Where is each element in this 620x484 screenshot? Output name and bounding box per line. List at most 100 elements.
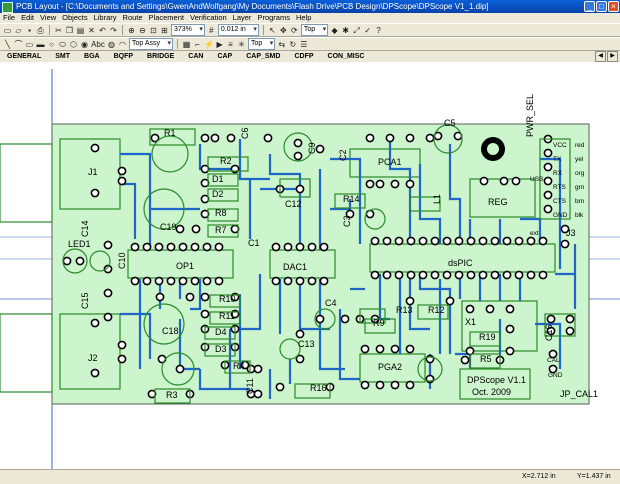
text-tool-icon[interactable]: Abc xyxy=(91,40,105,49)
pan-icon[interactable]: ✥ xyxy=(279,26,288,35)
zoom-window-icon[interactable]: ⊡ xyxy=(149,26,158,35)
menu-layer[interactable]: Layer xyxy=(233,13,252,23)
ratsnest-icon[interactable]: ✳ xyxy=(237,40,246,49)
polyline-tool-icon[interactable]: ⌒ xyxy=(14,40,23,49)
ellipse-tool-icon[interactable]: ⬭ xyxy=(58,40,67,49)
pad xyxy=(293,151,303,161)
rectangle-tool-icon[interactable]: ▭ xyxy=(25,40,34,49)
open-folder-icon[interactable]: ▱ xyxy=(14,26,23,35)
rotate-icon[interactable]: ⟳ xyxy=(290,26,299,35)
silk-label-d4: D4 xyxy=(215,327,227,337)
grid-select[interactable]: 0.012 in xyxy=(217,24,259,36)
menu-objects[interactable]: Objects xyxy=(62,13,87,23)
silk-label-c16: C16 xyxy=(544,324,554,341)
silk-label-r9: R9 xyxy=(373,318,385,328)
silk-label-d2: D2 xyxy=(212,189,224,199)
cursor-y-readout: Y=1.437 in xyxy=(577,473,611,480)
paste-icon[interactable]: ▤ xyxy=(76,26,85,35)
pcb-canvas[interactable]: R1 C6 C9 C5 PWR_SEL C2 PCA1 VCC red TX yel RX org RTS… xyxy=(0,69,620,469)
menu-help[interactable]: Help xyxy=(296,13,311,23)
run-icon[interactable]: ▶ xyxy=(215,40,224,49)
silk-label-ext: ext xyxy=(530,230,539,237)
via-tool-icon[interactable]: ◍ xyxy=(107,40,116,49)
drc-icon[interactable]: ✓ xyxy=(363,26,372,35)
menu-library[interactable]: Library xyxy=(94,13,117,23)
tab-scroll-left-icon[interactable]: ◀ xyxy=(595,51,606,62)
menu-view[interactable]: View xyxy=(40,13,56,23)
snap-icon[interactable]: ✱ xyxy=(341,26,350,35)
menu-file[interactable]: File xyxy=(3,13,15,23)
menu-programs[interactable]: Programs xyxy=(257,13,290,23)
delete-icon[interactable]: ✕ xyxy=(87,26,96,35)
pad xyxy=(210,133,220,143)
pad xyxy=(430,236,440,246)
tab-smt[interactable]: SMT xyxy=(48,51,77,62)
pad xyxy=(490,236,500,246)
tab-scroll-right-icon[interactable]: ▶ xyxy=(607,51,618,62)
line-tool-icon[interactable]: ╲ xyxy=(3,40,12,49)
menu-verification[interactable]: Verification xyxy=(190,13,227,23)
pad xyxy=(295,329,305,339)
route-tool-icon[interactable]: ⌐ xyxy=(193,40,202,49)
cut-icon[interactable]: ✂ xyxy=(54,26,63,35)
pad xyxy=(319,242,329,252)
netlist-icon[interactable]: ≡ xyxy=(226,40,235,49)
properties-icon[interactable]: ☰ xyxy=(299,40,308,49)
print-icon[interactable]: ⎙ xyxy=(36,26,45,35)
copy-icon[interactable]: ❐ xyxy=(65,26,74,35)
maximize-button[interactable]: □ xyxy=(596,1,607,12)
new-file-icon[interactable]: ▭ xyxy=(3,26,12,35)
tab-bridge[interactable]: BRIDGE xyxy=(140,51,181,62)
pad xyxy=(543,176,553,186)
flip-icon[interactable]: ⇆ xyxy=(277,40,286,49)
highlight-icon[interactable]: ◆ xyxy=(330,26,339,35)
layer-pair-select[interactable]: Top Assy xyxy=(129,38,174,50)
zoom-fit-icon[interactable]: ⊞ xyxy=(160,26,169,35)
redo-icon[interactable]: ↷ xyxy=(109,26,118,35)
minimize-button[interactable]: _ xyxy=(584,1,595,12)
autoroute-icon[interactable]: ⚡ xyxy=(204,40,214,49)
polygon-tool-icon[interactable]: ⬡ xyxy=(69,40,78,49)
measure-icon[interactable]: ⤢ xyxy=(352,26,361,35)
tab-cap[interactable]: CAP xyxy=(210,51,239,62)
refresh-icon[interactable]: ↻ xyxy=(288,40,297,49)
grid-icon[interactable]: # xyxy=(207,26,216,35)
tab-bga[interactable]: BGA xyxy=(77,51,107,62)
pad xyxy=(546,314,556,324)
pad xyxy=(565,326,575,336)
save-icon[interactable]: ▪ xyxy=(25,26,34,35)
menu-edit[interactable]: Edit xyxy=(21,13,34,23)
undo-icon[interactable]: ↶ xyxy=(98,26,107,35)
component-tool-icon[interactable]: ▦ xyxy=(182,40,191,49)
zoom-out-icon[interactable]: ⊖ xyxy=(138,26,147,35)
route-layer-select[interactable]: Top xyxy=(248,38,276,50)
pad xyxy=(360,380,370,390)
arc-tool-icon[interactable]: ◠ xyxy=(118,40,127,49)
silk-label-r12: R12 xyxy=(428,305,445,315)
menu-route[interactable]: Route xyxy=(123,13,143,23)
help-icon[interactable]: ? xyxy=(374,26,383,35)
tab-can[interactable]: CAN xyxy=(181,51,210,62)
layer-select[interactable]: Top xyxy=(300,24,329,36)
filled-rect-tool-icon[interactable]: ▬ xyxy=(36,40,45,49)
circle-tool-icon[interactable]: ○ xyxy=(47,40,56,49)
pad xyxy=(514,236,524,246)
tab-cdfp[interactable]: CDFP xyxy=(287,51,320,62)
silk-label-grn: grn xyxy=(575,184,585,191)
tab-con-misc[interactable]: CON_MISC xyxy=(321,51,372,62)
silk-label-r10: R10 xyxy=(219,294,236,304)
zoom-select[interactable]: 373% xyxy=(171,24,205,36)
select-pointer-icon[interactable]: ↖ xyxy=(268,26,277,35)
pad xyxy=(465,304,475,314)
tab-cap-smd[interactable]: CAP_SMD xyxy=(239,51,287,62)
tab-bqfp[interactable]: BQFP xyxy=(107,51,140,62)
close-button[interactable]: × xyxy=(608,1,619,12)
pcb-board[interactable]: R1 C6 C9 C5 PWR_SEL C2 PCA1 VCC red TX yel RX org RTS… xyxy=(0,69,620,469)
silk-label-r2: R2 xyxy=(220,156,232,166)
pad xyxy=(253,389,263,399)
pad-tool-icon[interactable]: ◉ xyxy=(80,40,89,49)
zoom-in-icon[interactable]: ⊕ xyxy=(127,26,136,35)
tab-general[interactable]: GENERAL xyxy=(0,51,48,62)
silk-label-pga2: PGA2 xyxy=(378,362,402,372)
menu-placement[interactable]: Placement xyxy=(149,13,184,23)
